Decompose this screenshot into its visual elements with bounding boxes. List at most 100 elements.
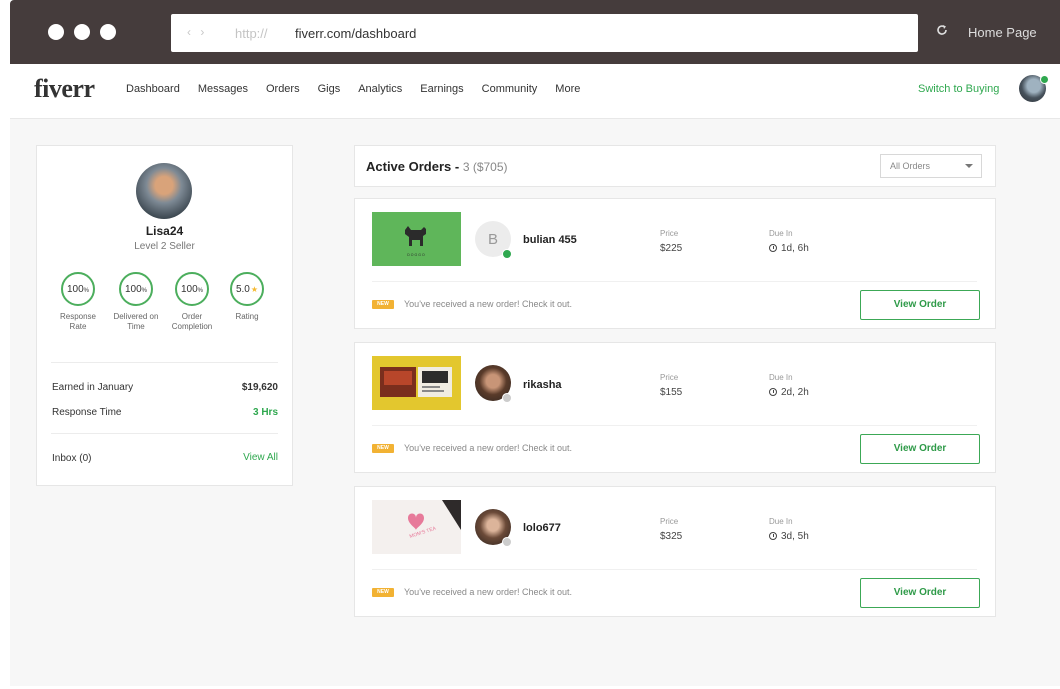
- due-value: 2d, 2h: [769, 387, 809, 398]
- back-forward-icon[interactable]: ‹ ›: [187, 25, 207, 39]
- nav-item-more[interactable]: More: [555, 83, 580, 95]
- maximize-window-dot[interactable]: [100, 24, 116, 40]
- profile-username[interactable]: Lisa24: [37, 224, 292, 238]
- url-text[interactable]: fiverr.com/dashboard: [295, 26, 416, 41]
- divider: [51, 362, 278, 363]
- nav-item-gigs[interactable]: Gigs: [318, 83, 341, 95]
- earned-label: Earned in January: [52, 382, 134, 393]
- view-all-link[interactable]: View All: [243, 452, 278, 463]
- order-message: You've received a new order! Check it ou…: [404, 443, 572, 453]
- address-bar[interactable]: ‹ › http:// fiverr.com/dashboard: [171, 14, 918, 52]
- seller-level: Level 2 Seller: [134, 241, 195, 252]
- stat-order-completion: 100% Order Completion: [162, 272, 222, 332]
- price-value: $155: [660, 387, 683, 398]
- buyer-username[interactable]: lolo677: [523, 522, 561, 534]
- url-protocol: http://: [235, 26, 268, 41]
- dog-logo-icon: DOGGO: [405, 226, 426, 257]
- switch-to-buying-link[interactable]: Switch to Buying: [918, 83, 999, 95]
- gig-thumbnail[interactable]: DOGGO: [372, 212, 461, 266]
- online-status-dot: [502, 537, 512, 547]
- filter-value: All Orders: [890, 161, 931, 171]
- nav-item-dashboard[interactable]: Dashboard: [126, 83, 180, 95]
- nav-item-messages[interactable]: Messages: [198, 83, 248, 95]
- view-order-button[interactable]: View Order: [860, 578, 980, 608]
- divider: [51, 433, 278, 434]
- stat-label: Rating: [235, 312, 259, 321]
- clock-icon: [769, 244, 777, 252]
- stat-label: Order: [181, 312, 203, 321]
- stat-ring: 100%: [61, 272, 95, 306]
- minimize-window-dot[interactable]: [74, 24, 90, 40]
- order-card: MOM'S TEA lolo677 Price $325 Due In 3d, …: [354, 486, 996, 617]
- seller-profile-card: Lisa24 Level 2 Seller 100% Response Rate …: [36, 145, 293, 486]
- active-orders-title: Active Orders - 3 ($705): [366, 159, 508, 174]
- due-value: 3d, 5h: [769, 531, 809, 542]
- response-time-label: Response Time: [52, 407, 122, 418]
- stat-label: Time: [127, 322, 145, 331]
- due-value: 1d, 6h: [769, 243, 809, 254]
- stat-delivered-on-time: 100% Delivered on Time: [106, 272, 166, 332]
- due-label: Due In: [769, 229, 793, 238]
- home-page-link[interactable]: Home Page: [968, 25, 1037, 40]
- star-icon: ★: [250, 284, 259, 294]
- divider: [372, 425, 977, 426]
- divider: [372, 281, 977, 282]
- divider: [372, 569, 977, 570]
- main-menu: Dashboard Messages Orders Gigs Analytics…: [126, 83, 580, 95]
- order-card: rikasha Price $155 Due In 2d, 2h NEW You…: [354, 342, 996, 473]
- stat-label: Completion: [171, 322, 213, 331]
- buyer-username[interactable]: bulian 455: [523, 234, 577, 246]
- order-message: You've received a new order! Check it ou…: [404, 299, 572, 309]
- active-orders-header: Active Orders - 3 ($705) All Orders: [354, 145, 996, 187]
- stat-ring: 5.0 ★: [230, 272, 264, 306]
- thumb-caption: DOGGO: [407, 253, 425, 257]
- view-order-button[interactable]: View Order: [860, 290, 980, 320]
- nav-item-analytics[interactable]: Analytics: [358, 83, 402, 95]
- nav-item-community[interactable]: Community: [482, 83, 538, 95]
- online-status-dot: [1040, 75, 1049, 84]
- top-navigation: fiverr Dashboard Messages Orders Gigs An…: [10, 64, 1060, 119]
- earned-value: $19,620: [241, 382, 278, 393]
- profile-avatar[interactable]: [136, 163, 192, 219]
- price-value: $225: [660, 243, 683, 254]
- nav-item-orders[interactable]: Orders: [266, 83, 300, 95]
- order-card: DOGGO B bulian 455 Price $225 Due In 1d,…: [354, 198, 996, 329]
- new-badge: NEW: [372, 588, 394, 597]
- chevron-down-icon: [965, 164, 973, 168]
- reload-icon[interactable]: [936, 24, 948, 36]
- gig-thumbnail[interactable]: MOM'S TEA: [372, 500, 461, 554]
- clock-icon: [769, 388, 777, 396]
- online-status-dot: [502, 249, 512, 259]
- clock-icon: [769, 532, 777, 540]
- due-label: Due In: [769, 373, 793, 382]
- nav-item-earnings[interactable]: Earnings: [420, 83, 463, 95]
- inbox-label[interactable]: Inbox (0): [52, 453, 91, 464]
- book-mockup-icon: [380, 367, 452, 397]
- stat-ring: 100%: [175, 272, 209, 306]
- response-time-value: 3 Hrs: [252, 407, 278, 418]
- window-controls: [48, 24, 116, 40]
- stat-ring: 100%: [119, 272, 153, 306]
- due-label: Due In: [769, 517, 793, 526]
- view-order-button[interactable]: View Order: [860, 434, 980, 464]
- new-badge: NEW: [372, 444, 394, 453]
- price-value: $325: [660, 531, 683, 542]
- close-window-dot[interactable]: [48, 24, 64, 40]
- fiverr-logo[interactable]: fiverr: [34, 74, 95, 104]
- buyer-username[interactable]: rikasha: [523, 379, 562, 391]
- stat-response-rate: 100% Response Rate: [48, 272, 108, 332]
- orders-count: 3 ($705): [462, 160, 508, 174]
- gig-thumbnail[interactable]: [372, 356, 461, 410]
- stat-label: Rate: [69, 322, 87, 331]
- new-badge: NEW: [372, 300, 394, 309]
- price-label: Price: [660, 517, 679, 526]
- stat-rating: 5.0 ★ Rating: [217, 272, 277, 322]
- price-label: Price: [660, 373, 679, 382]
- online-status-dot: [502, 393, 512, 403]
- price-label: Price: [660, 229, 679, 238]
- browser-chrome: ‹ › http:// fiverr.com/dashboard Home Pa…: [10, 0, 1060, 64]
- stat-label: Delivered on: [113, 312, 159, 321]
- orders-filter-select[interactable]: All Orders: [880, 154, 982, 178]
- stat-label: Response: [59, 312, 97, 321]
- dashboard-page: fiverr Dashboard Messages Orders Gigs An…: [10, 64, 1060, 686]
